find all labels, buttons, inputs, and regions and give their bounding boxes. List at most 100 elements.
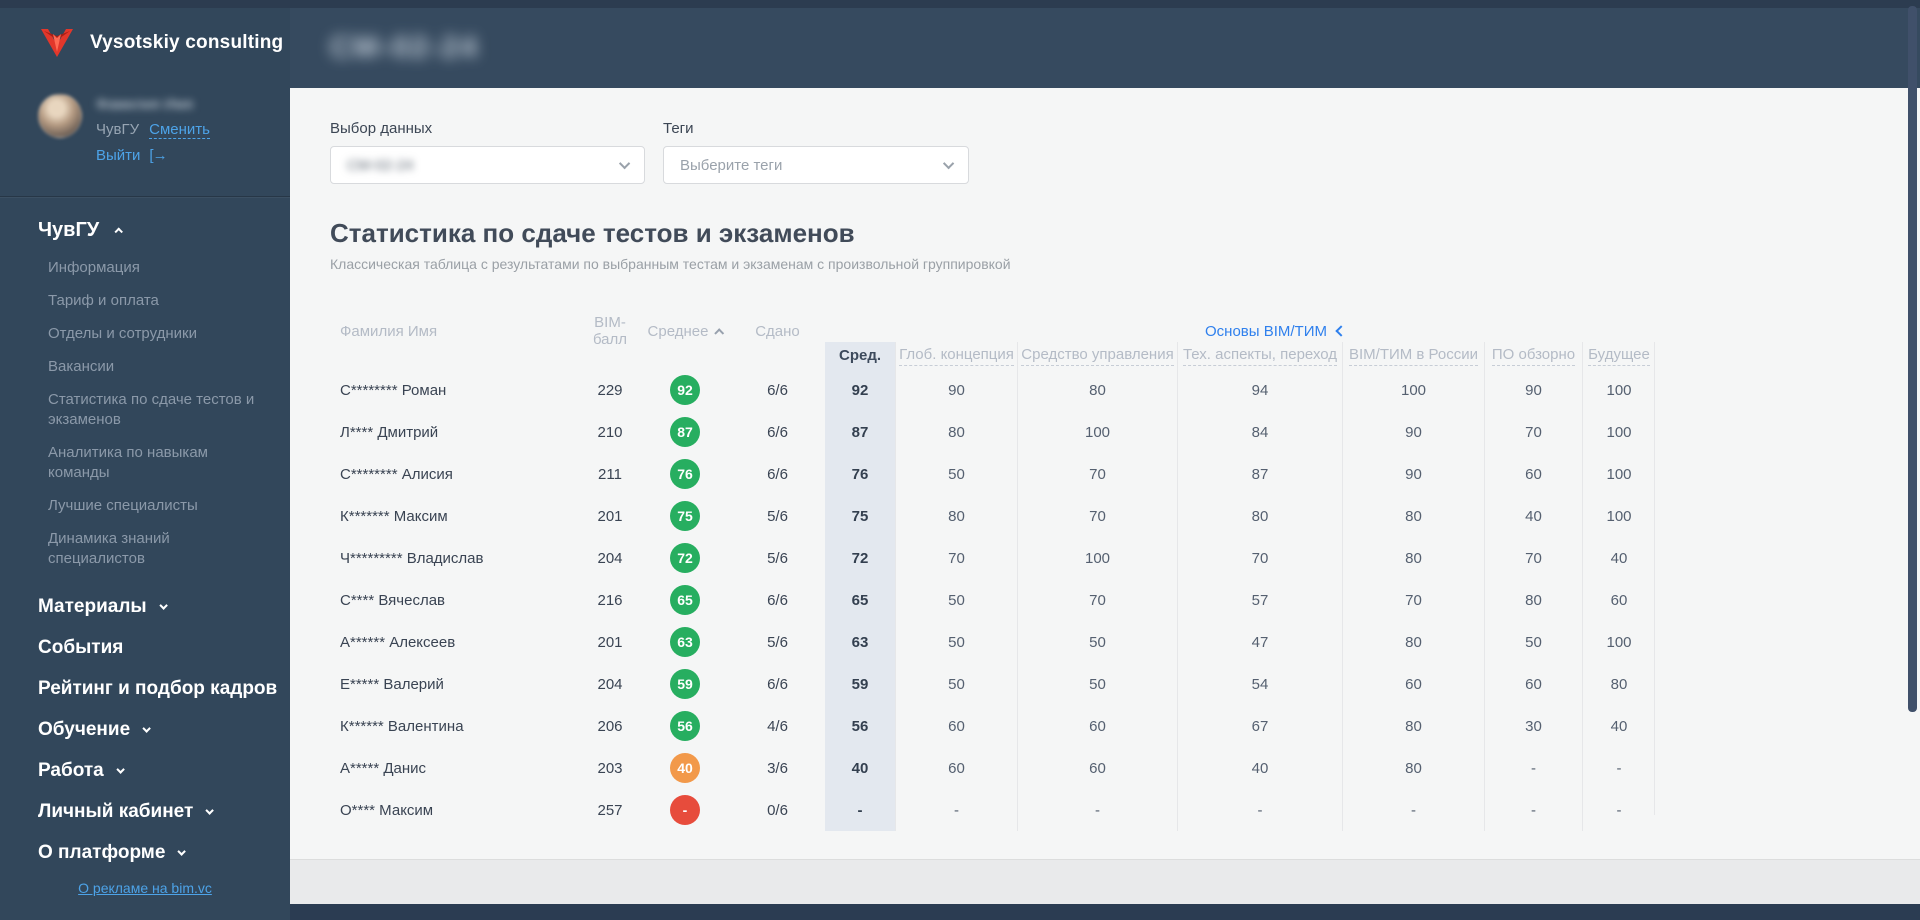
subject-score: 40 <box>1484 495 1582 537</box>
column-header-subject[interactable]: Тех. аспекты, переход <box>1177 342 1342 369</box>
table-row: С**** Вячеслав 216 65 6/6 65 50 70 57 70… <box>330 579 1655 621</box>
subject-score: 60 <box>1582 579 1655 621</box>
student-name: К******* Максим <box>340 507 448 525</box>
subject-score: 40 <box>1582 705 1655 747</box>
column-header-subject[interactable]: Средство управления <box>1017 342 1177 369</box>
logout-link[interactable]: Выйти <box>96 147 140 164</box>
average-badge-cell: 92 <box>640 375 730 405</box>
column-header-bim[interactable]: BIM-балл <box>580 314 640 348</box>
data-select[interactable]: СМ-02-24 <box>330 146 645 184</box>
subject-score: - <box>1484 789 1582 831</box>
bim-score: 201 <box>597 507 623 525</box>
sidebar-section-chuvgu[interactable]: ЧувГУ <box>38 219 290 242</box>
sidebar-item[interactable]: О платформе <box>38 841 290 865</box>
chevron-down-icon <box>116 765 125 774</box>
sidebar-item[interactable]: Личный кабинет <box>38 800 290 824</box>
scrollbar-thumb[interactable] <box>1908 6 1917 712</box>
page-title: Статистика по сдаче тестов и экзаменов <box>330 218 855 248</box>
subject-score: 80 <box>1177 495 1342 537</box>
sidebar-item[interactable]: Рейтинг и подбор кадров <box>38 677 290 701</box>
chevron-up-icon <box>114 226 124 236</box>
average-badge-cell: 76 <box>640 459 730 489</box>
sidebar-subitem[interactable]: Отделы и сотрудники <box>48 324 263 344</box>
sidebar-item-label: Работа <box>38 760 104 781</box>
brand[interactable]: Vysotskiy consulting <box>0 0 290 58</box>
column-header-average-sort[interactable]: Среднее <box>640 323 730 340</box>
average-badge: 65 <box>670 585 700 615</box>
subject-score: 80 <box>895 495 1017 537</box>
column-header-subject[interactable]: Будущее <box>1582 342 1655 369</box>
sidebar-subitem[interactable]: Информация <box>48 258 263 278</box>
average-badge: 63 <box>670 627 700 657</box>
column-header-passed[interactable]: Сдано <box>730 323 825 340</box>
column-header-subject-label: Средство управления <box>1021 346 1174 366</box>
average-value: - <box>825 789 895 831</box>
subject-score: 47 <box>1177 621 1342 663</box>
tags-select[interactable]: Выберите теги <box>663 146 969 184</box>
column-header-subject[interactable]: ПО обзорно <box>1484 342 1582 369</box>
sidebar-subitem[interactable]: Вакансии <box>48 357 263 377</box>
sidebar-subitem[interactable]: Лучшие специалисты <box>48 496 263 516</box>
sidebar-subitem[interactable]: Статистика по сдаче тестов и экзаменов <box>48 390 263 430</box>
top-strip <box>0 0 1920 8</box>
subject-score: - <box>1582 747 1655 789</box>
average-badge: 76 <box>670 459 700 489</box>
subject-score: 94 <box>1177 369 1342 411</box>
subject-score: 70 <box>1484 537 1582 579</box>
subject-score: 100 <box>1017 411 1177 453</box>
ad-info-link[interactable]: О рекламе на bim.vc <box>78 880 212 896</box>
subject-score: 50 <box>1484 621 1582 663</box>
subject-score: 90 <box>895 369 1017 411</box>
subject-score: 60 <box>1484 663 1582 705</box>
sidebar-item-label: Обучение <box>38 719 131 740</box>
average-badge-cell: 59 <box>640 669 730 699</box>
column-header-subject[interactable]: BIM/ТИМ в России <box>1342 342 1484 369</box>
passed-count: 5/6 <box>767 507 788 525</box>
main-area: СМ-02-24 Выбор данных СМ-02-24 Теги Выбе… <box>290 0 1920 920</box>
chevron-down-icon <box>158 601 168 610</box>
app-window: Vysotskiy consulting Фамилия Имя ЧувГУ С… <box>0 0 1920 920</box>
table-row: Л**** Дмитрий 210 87 6/6 87 80 100 84 90… <box>330 411 1655 453</box>
footer-bar <box>290 904 1920 920</box>
subject-score: 90 <box>1484 369 1582 411</box>
subject-group-link[interactable]: Основы BIM/ТИМ <box>1205 323 1347 340</box>
content-card: Выбор данных СМ-02-24 Теги Выберите теги… <box>290 88 1920 860</box>
average-value: 72 <box>825 537 895 579</box>
sidebar-item[interactable]: Материалы <box>38 595 290 619</box>
sidebar-item-label: О платформе <box>38 842 166 863</box>
sidebar-item[interactable]: Обучение <box>38 718 290 742</box>
sidebar-item[interactable]: События <box>38 636 290 660</box>
average-badge: 56 <box>670 711 700 741</box>
passed-count: 6/6 <box>767 465 788 483</box>
subject-score: - <box>1342 789 1484 831</box>
page-title-redacted: СМ-02-24 <box>330 31 479 64</box>
bim-score: 211 <box>598 465 622 483</box>
subject-score: 100 <box>1017 537 1177 579</box>
subject-score: 50 <box>895 453 1017 495</box>
average-value: 59 <box>825 663 895 705</box>
average-badge: - <box>670 795 700 825</box>
sidebar-item[interactable]: Работа <box>38 759 290 783</box>
subject-score: 70 <box>1017 579 1177 621</box>
column-header-subject-label: ПО обзорно <box>1491 346 1576 366</box>
sidebar-subitem[interactable]: Динамика знаний специалистов <box>48 529 263 569</box>
column-header-subject[interactable]: Глоб. концепция <box>895 342 1017 369</box>
subject-score: 90 <box>1342 411 1484 453</box>
subject-score: 30 <box>1484 705 1582 747</box>
passed-count: 4/6 <box>767 717 788 735</box>
data-select-label: Выбор данных <box>330 120 433 137</box>
sidebar-subitem[interactable]: Тариф и оплата <box>48 291 263 311</box>
subject-score: 60 <box>1017 747 1177 789</box>
subject-score: 70 <box>1177 537 1342 579</box>
student-name: Е***** Валерий <box>340 675 444 693</box>
change-org-link[interactable]: Сменить <box>149 121 210 139</box>
average-value: 63 <box>825 621 895 663</box>
column-header-subject-label: Тех. аспекты, переход <box>1182 346 1338 366</box>
sidebar-subitem[interactable]: Аналитика по навыкам команды <box>48 443 263 483</box>
subject-score: 100 <box>1582 495 1655 537</box>
bim-score: 203 <box>597 759 623 777</box>
subject-score: 50 <box>895 579 1017 621</box>
sidebar-section-label: ЧувГУ <box>38 219 100 241</box>
column-header-name[interactable]: Фамилия Имя <box>330 323 580 340</box>
subject-score: 67 <box>1177 705 1342 747</box>
